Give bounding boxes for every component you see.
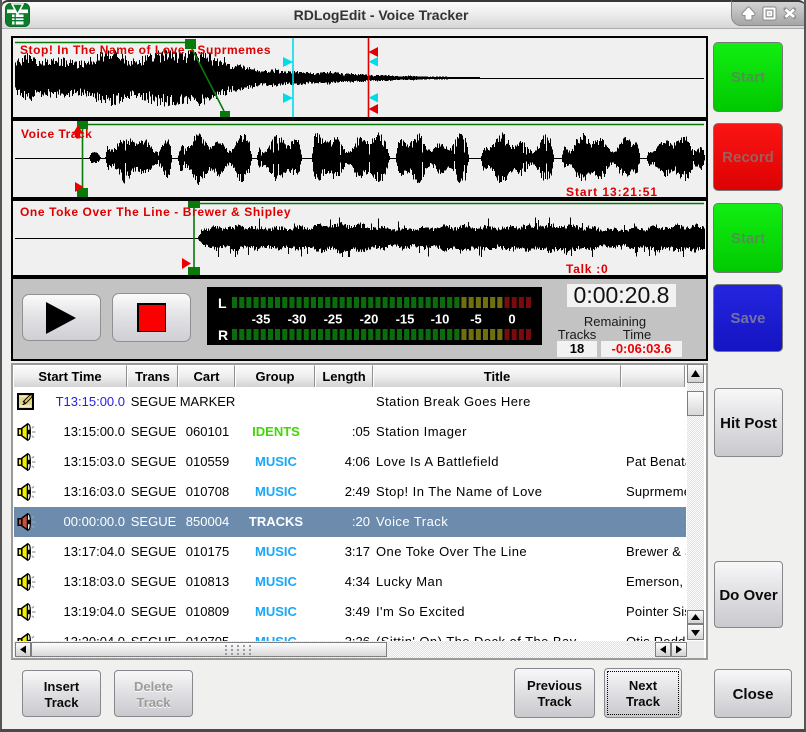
svg-text:L: L [218, 295, 227, 311]
svg-text:-35: -35 [252, 312, 271, 327]
svg-text:R: R [218, 327, 228, 343]
svg-text:-15: -15 [396, 312, 415, 327]
svg-text:0: 0 [508, 312, 515, 327]
svg-text:-5: -5 [470, 312, 482, 327]
svg-text:-10: -10 [431, 312, 450, 327]
svg-text:-25: -25 [324, 312, 343, 327]
svg-text:-20: -20 [360, 312, 379, 327]
svg-text:-30: -30 [288, 312, 307, 327]
